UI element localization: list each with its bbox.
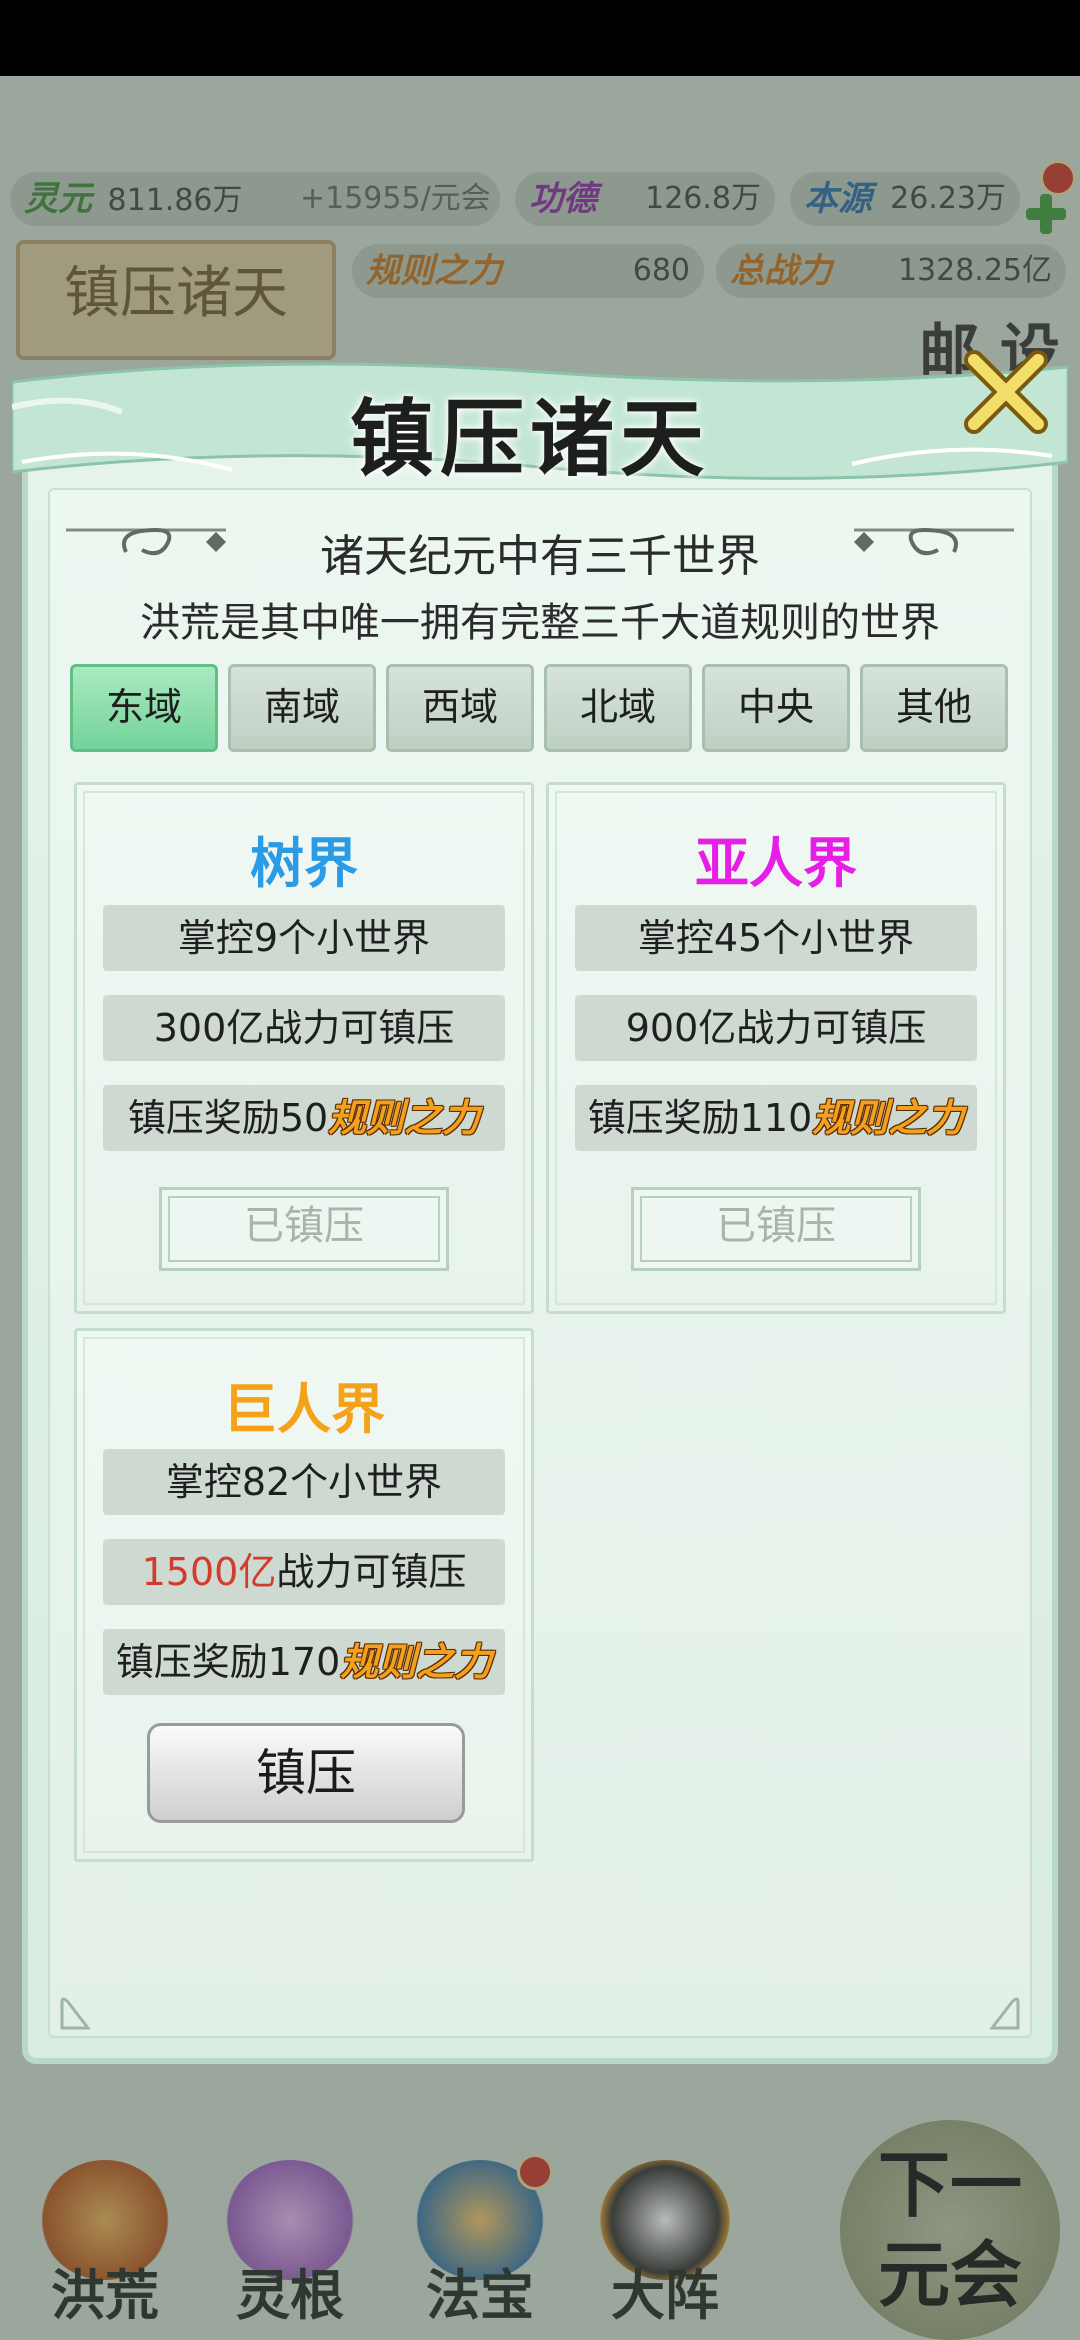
status-bar <box>0 0 1080 76</box>
reward-prefix: 镇压奖励170 <box>115 1640 341 1684</box>
title-banner: 镇压诸天 <box>12 352 1068 492</box>
suppressed-button: 已镇压 <box>631 1187 921 1271</box>
tab-beiyu[interactable]: 北域 <box>544 664 692 752</box>
tab-xiyu[interactable]: 西域 <box>386 664 534 752</box>
region-tabs: 东域 南域 西域 北域 中央 其他 <box>70 664 1014 756</box>
world-name: 亚人界 <box>695 832 857 895</box>
headline: 诸天纪元中有三千世界 <box>320 531 760 582</box>
power-value: 900亿 <box>625 1006 737 1050</box>
tab-qita[interactable]: 其他 <box>860 664 1008 752</box>
suppress-button[interactable]: 镇压 <box>147 1723 465 1823</box>
world-control: 掌控9个小世界 <box>103 905 505 971</box>
corner-ornament-left <box>60 1997 92 2030</box>
subline: 洪荒是其中唯一拥有完整三千大道规则的世界 <box>140 600 940 646</box>
suppress-worlds-modal: 镇压诸天 诸天纪元中有三千世界 洪荒是其中唯一拥有完整三千大道规则的世界 东域 … <box>12 350 1068 2064</box>
power-value: 300亿 <box>153 1006 265 1050</box>
reward-prefix: 镇压奖励50 <box>127 1096 329 1140</box>
power-suffix: 战力可镇压 <box>264 1006 455 1050</box>
world-control: 掌控45个小世界 <box>575 905 977 971</box>
world-power: 900亿战力可镇压 <box>575 995 977 1061</box>
world-card: 亚人界 掌控45个小世界 900亿战力可镇压 镇压奖励110规则之力 已镇压 <box>546 782 1006 1314</box>
corner-ornament-right <box>988 1997 1020 2030</box>
power-suffix: 战力可镇压 <box>276 1550 467 1594</box>
close-icon <box>964 350 1048 434</box>
tab-dongyu[interactable]: 东域 <box>70 664 218 752</box>
world-reward: 镇压奖励110规则之力 <box>575 1085 977 1151</box>
power-value: 1500亿 <box>141 1550 277 1594</box>
suppressed-button: 已镇压 <box>159 1187 449 1271</box>
reward-word: 规则之力 <box>812 1095 965 1140</box>
world-control: 掌控82个小世界 <box>103 1449 505 1515</box>
world-card: 巨人界 掌控82个小世界 1500亿战力可镇压 镇压奖励170规则之力 镇压 <box>74 1328 534 1862</box>
world-reward: 镇压奖励50规则之力 <box>103 1085 505 1151</box>
reward-word: 规则之力 <box>340 1639 493 1684</box>
tab-zhongyang[interactable]: 中央 <box>702 664 850 752</box>
world-power: 300亿战力可镇压 <box>103 995 505 1061</box>
reward-word: 规则之力 <box>328 1095 481 1140</box>
world-power: 1500亿战力可镇压 <box>103 1539 505 1605</box>
world-name: 树界 <box>250 832 358 895</box>
modal-title: 镇压诸天 <box>349 389 710 488</box>
world-name: 巨人界 <box>223 1378 385 1441</box>
reward-prefix: 镇压奖励110 <box>587 1096 813 1140</box>
world-reward: 镇压奖励170规则之力 <box>103 1629 505 1695</box>
tab-nanyu[interactable]: 南域 <box>228 664 376 752</box>
world-card: 树界 掌控9个小世界 300亿战力可镇压 镇压奖励50规则之力 已镇压 <box>74 782 534 1314</box>
power-suffix: 战力可镇压 <box>736 1006 927 1050</box>
close-button[interactable] <box>956 342 1056 442</box>
